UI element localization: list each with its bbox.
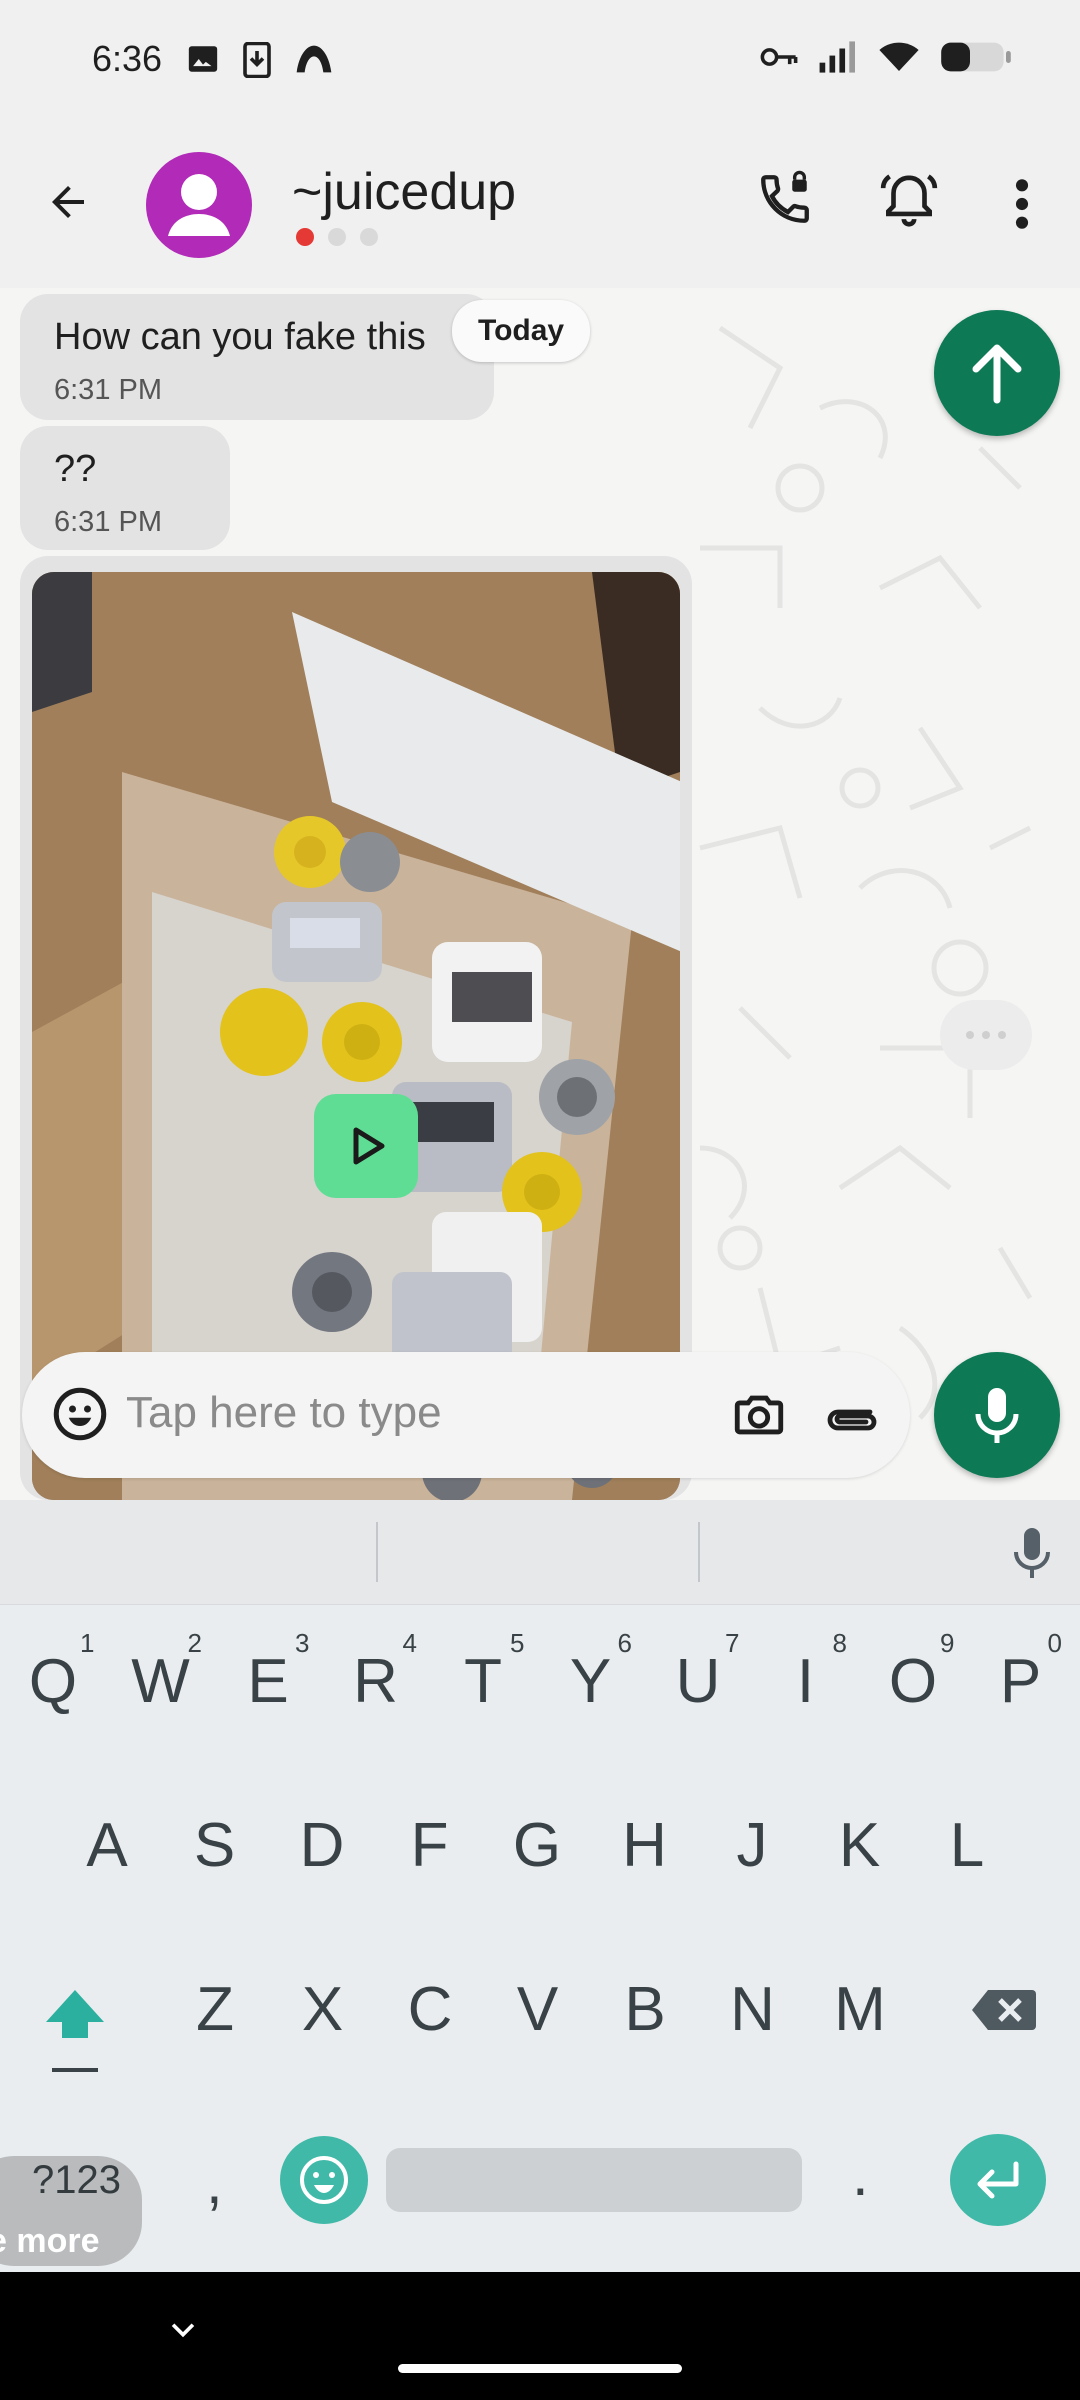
backspace-icon[interactable] bbox=[970, 1986, 1038, 2039]
key-hint: 9 bbox=[940, 1628, 955, 1658]
message-composer: Tap here to type bbox=[0, 1340, 1080, 1500]
keyboard-mic-icon[interactable] bbox=[1012, 1526, 1052, 1587]
wifi-icon bbox=[878, 40, 920, 79]
key-g[interactable]: G bbox=[492, 1810, 582, 1881]
key-h[interactable]: H bbox=[600, 1810, 690, 1881]
emoji-key[interactable] bbox=[280, 2136, 368, 2224]
period-key[interactable]: . bbox=[852, 2140, 869, 2209]
contact-name[interactable]: ~juicedup bbox=[292, 162, 516, 222]
space-bar[interactable] bbox=[386, 2148, 802, 2212]
key-hint: 7 bbox=[725, 1628, 740, 1658]
gallery-notification-icon bbox=[186, 42, 220, 83]
enter-key[interactable] bbox=[950, 2134, 1046, 2226]
key-k[interactable]: K bbox=[815, 1810, 905, 1881]
key-hint: 4 bbox=[402, 1628, 417, 1658]
voice-message-button[interactable] bbox=[934, 1352, 1060, 1478]
attachment-icon[interactable] bbox=[822, 1394, 878, 1439]
status-time: 6:36 bbox=[92, 38, 163, 79]
app-notification-icon bbox=[294, 42, 334, 83]
key-v[interactable]: V bbox=[493, 1974, 583, 2045]
message-input-placeholder: Tap here to type bbox=[126, 1388, 442, 1437]
key-b[interactable]: B bbox=[600, 1974, 690, 2045]
presence-dots bbox=[296, 228, 378, 246]
typing-indicator bbox=[940, 1000, 1032, 1070]
message-bubble[interactable]: How can you fake this 6:31 PM bbox=[20, 294, 494, 420]
phone-call-icon[interactable] bbox=[756, 170, 814, 233]
chat-header: ~juicedup bbox=[0, 120, 1080, 288]
message-text: ?? bbox=[54, 448, 97, 490]
message-input[interactable]: Tap here to type bbox=[22, 1352, 910, 1478]
battery-icon bbox=[940, 40, 1012, 79]
key-hint: 5 bbox=[510, 1628, 525, 1658]
key-c[interactable]: C bbox=[385, 1974, 475, 2045]
more-options-icon[interactable] bbox=[1010, 176, 1034, 237]
camera-icon[interactable] bbox=[730, 1386, 788, 1449]
chat-area[interactable]: How can you fake this 6:31 PM Today ?? 6… bbox=[0, 288, 1080, 1500]
message-time: 6:31 PM bbox=[54, 506, 162, 538]
shift-key[interactable] bbox=[42, 1986, 108, 2061]
key-a[interactable]: A bbox=[62, 1810, 152, 1881]
key-z[interactable]: Z bbox=[170, 1974, 260, 2045]
back-arrow-icon[interactable] bbox=[44, 178, 92, 231]
key-hint: 0 bbox=[1047, 1628, 1062, 1658]
emoji-icon[interactable] bbox=[50, 1384, 110, 1449]
key-hint: 3 bbox=[295, 1628, 310, 1658]
key-m[interactable]: M bbox=[815, 1974, 905, 2045]
message-text: How can you fake this bbox=[54, 316, 426, 358]
key-s[interactable]: S bbox=[170, 1810, 260, 1881]
key-d[interactable]: D bbox=[277, 1810, 367, 1881]
key-hint: 8 bbox=[832, 1628, 847, 1658]
on-screen-keyboard: ?123 , . e more Q1W2E3R4T5Y6U7I8O9P0ASDF… bbox=[0, 1500, 1080, 2272]
avatar[interactable] bbox=[146, 152, 252, 258]
suggestion-strip bbox=[0, 1500, 1080, 1605]
date-chip: Today bbox=[452, 300, 591, 362]
signal-icon bbox=[818, 40, 858, 79]
toast-text: e more bbox=[0, 2222, 100, 2260]
message-bubble[interactable]: ?? 6:31 PM bbox=[20, 426, 230, 550]
status-bar: 6:36 bbox=[0, 0, 1080, 120]
home-handle[interactable] bbox=[398, 2364, 682, 2373]
key-n[interactable]: N bbox=[708, 1974, 798, 2045]
key-x[interactable]: X bbox=[278, 1974, 368, 2045]
hide-keyboard-chevron-icon[interactable] bbox=[166, 2312, 200, 2351]
key-hint: 6 bbox=[617, 1628, 632, 1658]
notification-bell-icon[interactable] bbox=[878, 170, 940, 237]
key-l[interactable]: L bbox=[922, 1810, 1012, 1881]
scroll-to-top-button[interactable] bbox=[934, 310, 1060, 436]
key-f[interactable]: F bbox=[385, 1810, 475, 1881]
message-time: 6:31 PM bbox=[54, 374, 162, 406]
key-j[interactable]: J bbox=[707, 1810, 797, 1881]
key-hint: 2 bbox=[187, 1628, 202, 1658]
key-hint: 1 bbox=[80, 1628, 95, 1658]
caps-indicator bbox=[52, 2068, 98, 2072]
comma-key[interactable]: , bbox=[206, 2148, 223, 2217]
download-notification-icon bbox=[242, 41, 272, 83]
play-button[interactable] bbox=[314, 1094, 418, 1198]
navigation-bar bbox=[0, 2272, 1080, 2400]
vpn-key-icon bbox=[760, 45, 798, 74]
